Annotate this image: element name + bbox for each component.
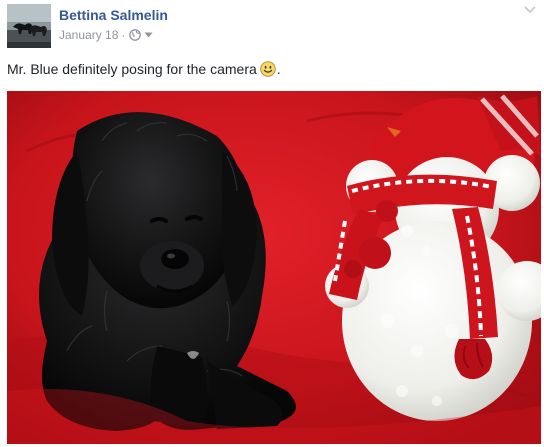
smile-emoji-icon [260, 61, 276, 77]
post-message-text: Mr. Blue definitely posing for the camer… [7, 61, 257, 77]
post-meta: January 18 · [59, 28, 153, 42]
meta-separator: · [121, 28, 126, 42]
post-timestamp[interactable]: January 18 [59, 28, 118, 42]
post-photo[interactable] [7, 91, 541, 444]
post-message: Mr. Blue definitely posing for the camer… [7, 61, 281, 77]
caret-down-icon [144, 32, 153, 38]
author-name-link[interactable]: Bettina Salmelin [59, 7, 168, 23]
puppy-photo [7, 91, 541, 444]
globe-icon [129, 29, 142, 41]
audience-selector[interactable] [129, 29, 153, 41]
post-card: Bettina Salmelin January 18 · Mr. Blue d… [0, 0, 544, 447]
avatar-photo [7, 4, 51, 48]
chevron-down-icon[interactable] [522, 4, 538, 16]
avatar[interactable] [7, 4, 51, 48]
post-message-period: . [276, 61, 281, 77]
